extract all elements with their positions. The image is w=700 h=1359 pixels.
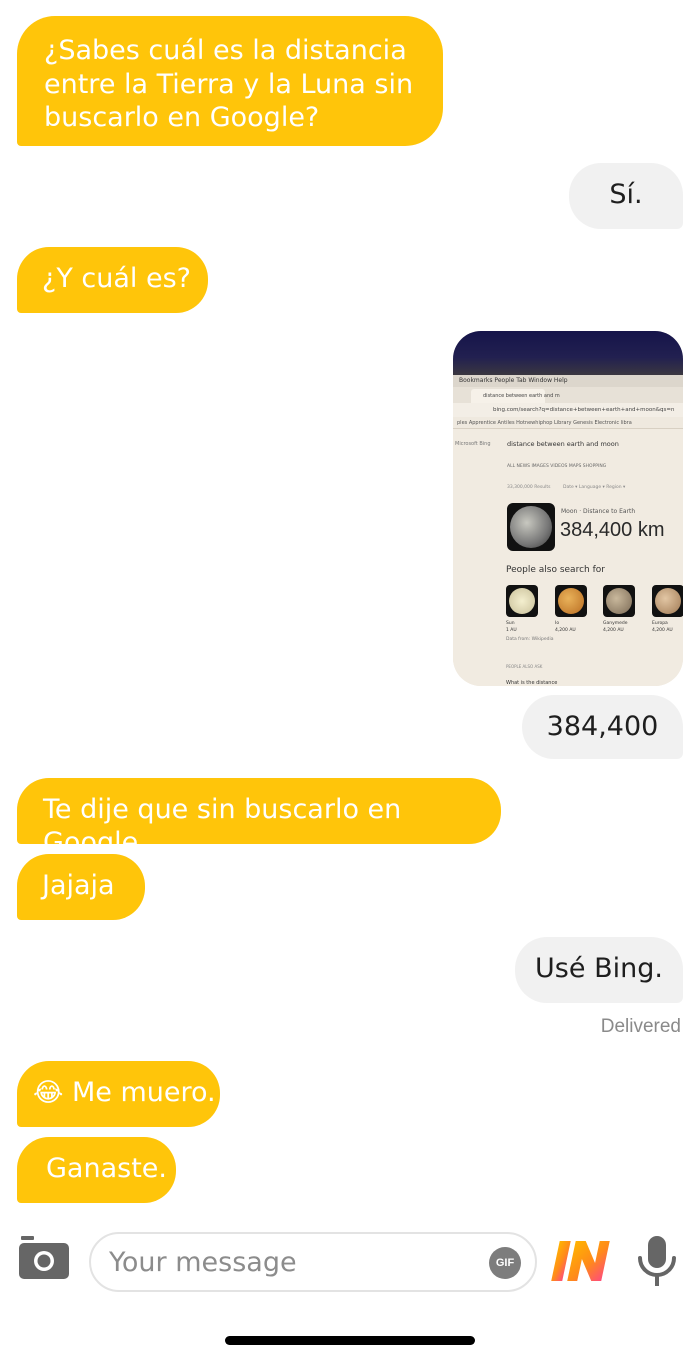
photo-dark-bezel — [453, 331, 683, 375]
photo-people-ask: PEOPLE ALSO ASK — [506, 664, 543, 669]
message-incoming[interactable]: Te dije que sin buscarlo en Google. — [17, 778, 501, 858]
photo-answer-value: 384,400 km — [560, 519, 665, 541]
photo-query: distance between earth and moon — [507, 440, 619, 448]
europa-thumbnail — [652, 585, 683, 617]
message-text: Jajaja — [42, 870, 115, 901]
message-text: Usé Bing. — [535, 953, 663, 984]
photo-also-search: People also search for — [506, 565, 605, 575]
ganymede-thumbnail — [603, 585, 635, 617]
message-incoming[interactable]: Jajaja — [17, 854, 145, 920]
microphone-icon[interactable] — [636, 1234, 678, 1288]
photo-answer-label: Moon · Distance to Earth — [561, 508, 636, 515]
related-value: 1 AU — [506, 628, 517, 633]
related-name: Io — [555, 621, 560, 626]
related-name: Ganymede — [603, 621, 628, 626]
photo-tab: distance between earth and m — [471, 389, 560, 403]
message-text: ¿Y cuál es? — [42, 263, 192, 294]
emoji-laughing: 😂 — [33, 1078, 64, 1108]
photo-tab-strip: distance between earth and m — [453, 387, 683, 403]
related-name: Europa — [652, 621, 668, 626]
message-text: Ganaste. — [46, 1153, 167, 1184]
photo-url-bar: bing.com/search?q=distance+between+earth… — [453, 403, 683, 417]
related-name: Sun — [506, 621, 515, 626]
message-input[interactable] — [109, 1242, 489, 1282]
message-outgoing[interactable]: 384,400 — [522, 695, 683, 759]
photo-search-page: Microsoft Bing distance between earth an… — [453, 429, 683, 686]
photo-data-source: Data from: Wikipedia — [506, 637, 554, 642]
moon-image — [507, 503, 555, 551]
related-value: 4,200 AU — [555, 628, 576, 633]
in-logo-icon[interactable] — [549, 1235, 615, 1285]
message-incoming[interactable]: Ganaste. — [17, 1137, 176, 1203]
photo-filters: Date ▾ Language ▾ Region ▾ — [563, 485, 626, 490]
io-thumbnail — [555, 585, 587, 617]
message-text: ¿Sabes cuál es la distancia entre la Tie… — [44, 35, 414, 133]
gif-icon[interactable]: GIF — [489, 1247, 521, 1279]
photo-bookmarks: ples Apprentice Antiles Hotnewhiphop Lib… — [453, 417, 683, 429]
photo-menu-bar: Bookmarks People Tab Window Help — [453, 375, 683, 387]
message-text: Sí. — [609, 179, 643, 210]
sun-thumbnail — [506, 585, 538, 617]
home-indicator — [225, 1336, 475, 1345]
delivered-status: Delivered — [600, 1016, 681, 1037]
message-text: 384,400 — [546, 711, 659, 742]
message-text: Me muero. — [71, 1077, 216, 1108]
photo-attachment[interactable]: Bookmarks People Tab Window Help distanc… — [453, 331, 683, 686]
message-incoming[interactable]: ¿Sabes cuál es la distancia entre la Tie… — [17, 16, 443, 146]
photo-engine: Microsoft Bing — [455, 441, 491, 447]
message-outgoing[interactable]: Usé Bing. — [515, 937, 683, 1003]
message-outgoing[interactable]: Sí. — [569, 163, 683, 229]
message-incoming[interactable]: 😂 Me muero. — [17, 1061, 220, 1127]
related-value: 4,200 AU — [603, 628, 624, 633]
message-text: Te dije que sin buscarlo en Google. — [43, 794, 402, 858]
camera-icon[interactable] — [18, 1236, 70, 1282]
photo-result-count: 33,300,000 Results — [507, 485, 551, 490]
related-value: 4,200 AU — [652, 628, 673, 633]
message-incoming[interactable]: ¿Y cuál es? — [17, 247, 208, 313]
message-input-wrapper[interactable]: GIF — [89, 1232, 537, 1292]
photo-nav-tabs: ALL NEWS IMAGES VIDEOS MAPS SHOPPING — [507, 464, 607, 469]
photo-question: What is the distance — [506, 680, 558, 686]
